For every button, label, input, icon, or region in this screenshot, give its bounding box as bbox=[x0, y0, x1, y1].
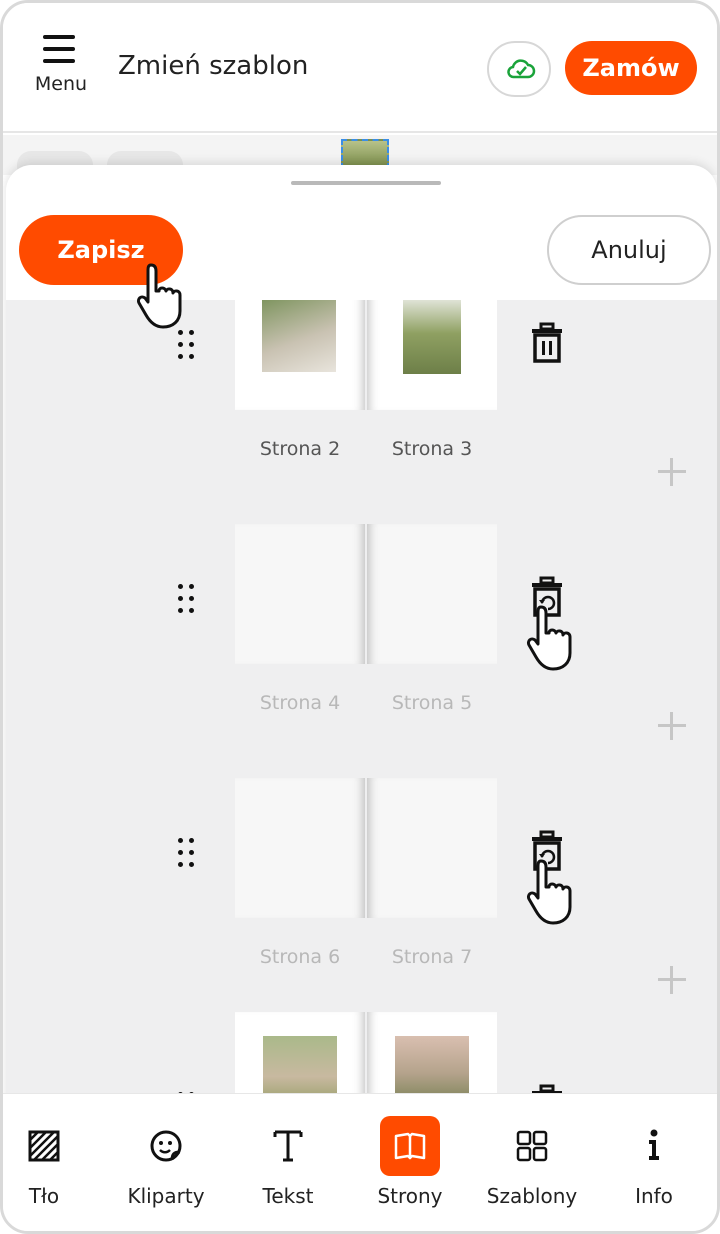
page-label: Strona 4 bbox=[259, 692, 341, 714]
page-label: Strona 2 bbox=[259, 438, 341, 460]
pages-book-icon bbox=[380, 1116, 440, 1176]
app-window: Menu Zmień szablon Zamów Zapisz Anuluj S… bbox=[0, 0, 720, 1234]
nav-item-info[interactable]: Info bbox=[594, 1094, 714, 1231]
spread-row: Strona 4 Strona 5 bbox=[6, 464, 717, 740]
nav-label: Tło bbox=[28, 1184, 60, 1208]
page-right bbox=[367, 524, 497, 664]
page-left bbox=[235, 1012, 365, 1095]
nav-item-tekst[interactable]: Tekst bbox=[228, 1094, 348, 1231]
page-label: Strona 7 bbox=[391, 946, 473, 968]
spread-row: Strona 2 Strona 3 bbox=[6, 300, 717, 486]
cloud-save-button[interactable] bbox=[487, 41, 551, 97]
spread-list: Strona 2 Strona 3 Strona 4 Strona 5 Stro… bbox=[6, 300, 717, 1095]
nav-item-strony[interactable]: Strony bbox=[350, 1094, 470, 1231]
sheet-drag-handle[interactable] bbox=[291, 181, 441, 185]
nav-item-kliparty[interactable]: Kliparty bbox=[106, 1094, 226, 1231]
photo bbox=[395, 1036, 469, 1095]
reorder-handle-icon[interactable] bbox=[174, 838, 198, 872]
page-spread[interactable] bbox=[235, 524, 497, 664]
page-label: Strona 5 bbox=[391, 692, 473, 714]
spread-row bbox=[6, 972, 717, 1095]
photo bbox=[263, 1036, 337, 1095]
hamburger-icon bbox=[43, 35, 75, 63]
nav-item-szablony[interactable]: Szablony bbox=[472, 1094, 592, 1231]
hand-pointer-icon bbox=[137, 263, 182, 329]
page-title: Zmień szablon bbox=[118, 51, 309, 81]
nav-label: Szablony bbox=[486, 1184, 578, 1208]
page-spread[interactable] bbox=[235, 1012, 497, 1095]
page-left bbox=[235, 778, 365, 918]
photo bbox=[403, 300, 461, 374]
page-spread[interactable] bbox=[235, 300, 497, 410]
menu-button[interactable]: Menu bbox=[29, 31, 93, 101]
hand-pointer-icon bbox=[527, 605, 572, 671]
page-label: Strona 6 bbox=[259, 946, 341, 968]
page-right bbox=[367, 1012, 497, 1095]
sheet-header: Zapisz Anuluj bbox=[6, 165, 717, 300]
text-icon bbox=[273, 1130, 303, 1162]
menu-label: Menu bbox=[34, 73, 88, 95]
pages-sheet: Zapisz Anuluj Strona 2 Strona 3 Strona 4… bbox=[6, 165, 717, 1231]
cloud-check-icon bbox=[507, 59, 536, 79]
page-label: Strona 3 bbox=[391, 438, 473, 460]
reorder-handle-icon[interactable] bbox=[174, 584, 198, 618]
top-bar: Menu Zmień szablon Zamów bbox=[3, 3, 717, 133]
order-button[interactable]: Zamów bbox=[565, 41, 697, 95]
nav-label: Strony bbox=[377, 1184, 443, 1208]
templates-grid-icon bbox=[516, 1130, 548, 1162]
reorder-handle-icon[interactable] bbox=[174, 330, 198, 364]
nav-label: Kliparty bbox=[127, 1184, 205, 1208]
spread-row: Strona 6 Strona 7 bbox=[6, 718, 717, 994]
hand-pointer-icon bbox=[527, 859, 572, 925]
cancel-button[interactable]: Anuluj bbox=[547, 215, 711, 285]
photo bbox=[262, 300, 336, 372]
info-icon bbox=[649, 1129, 659, 1160]
sticker-icon bbox=[150, 1130, 182, 1162]
page-right bbox=[367, 778, 497, 918]
page-left bbox=[235, 300, 365, 410]
page-right bbox=[367, 300, 497, 410]
background-pattern-icon bbox=[28, 1130, 60, 1162]
page-left bbox=[235, 524, 365, 664]
nav-label: Tekst bbox=[262, 1184, 314, 1208]
bottom-navigation: Tło Kliparty Tekst Strony Szablony Info bbox=[3, 1093, 717, 1231]
page-spread[interactable] bbox=[235, 778, 497, 918]
trash-icon[interactable] bbox=[528, 322, 566, 364]
nav-label: Info bbox=[635, 1184, 673, 1208]
nav-item-tlo[interactable]: Tło bbox=[3, 1094, 104, 1231]
